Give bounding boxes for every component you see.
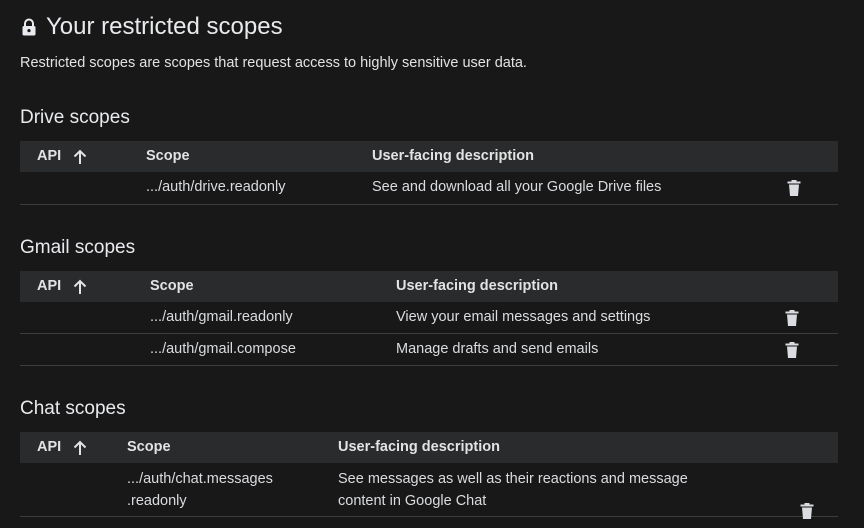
description-cell-line: content in Google Chat (338, 493, 487, 509)
column-header-description: User-facing description (396, 278, 558, 294)
page-title: Your restricted scopes (46, 13, 283, 40)
scope-cell: .../auth/gmail.compose (150, 341, 296, 357)
scope-cell: .../auth/gmail.readonly (150, 309, 293, 325)
section-title-drive: Drive scopes (20, 107, 130, 128)
column-header-api-label: API (37, 439, 62, 455)
column-header-scope: Scope (150, 278, 194, 294)
table-row: .../auth/chat.messages .readonly See mes… (20, 463, 838, 519)
table-header: API Scope User-facing description (20, 271, 838, 302)
table-row: .../auth/drive.readonly See and download… (20, 172, 838, 205)
description-cell-line: See messages as well as their reactions … (338, 471, 688, 487)
column-header-description: User-facing description (372, 148, 534, 164)
arrow-up-icon[interactable] (73, 279, 87, 295)
description-cell: View your email messages and settings (396, 309, 651, 325)
column-header-api[interactable]: API (37, 141, 87, 172)
arrow-up-icon[interactable] (73, 149, 87, 165)
scope-cell-line: .readonly (127, 493, 187, 509)
drive-scopes-table: API Scope User-facing description .../au… (20, 141, 838, 205)
scope-cell: .../auth/drive.readonly (146, 179, 286, 195)
section-title-chat: Chat scopes (20, 398, 126, 419)
chat-scopes-table: API Scope User-facing description .../au… (20, 432, 838, 519)
gmail-scopes-table: API Scope User-facing description .../au… (20, 271, 838, 366)
description-cell: See messages as well as their reactions … (338, 468, 688, 512)
description-cell: See and download all your Google Drive f… (372, 179, 662, 195)
column-header-api[interactable]: API (37, 271, 87, 302)
table-row: .../auth/gmail.readonly View your email … (20, 302, 838, 334)
restricted-scopes-page: Your restricted scopes Restricted scopes… (0, 0, 864, 528)
table-header: API Scope User-facing description (20, 432, 838, 463)
description-cell: Manage drafts and send emails (396, 341, 599, 357)
trash-icon[interactable] (787, 180, 801, 196)
table-header: API Scope User-facing description (20, 141, 838, 172)
page-subtitle: Restricted scopes are scopes that reques… (20, 55, 527, 71)
column-header-api-label: API (37, 148, 62, 164)
column-header-scope: Scope (146, 148, 190, 164)
lock-icon (22, 18, 36, 36)
section-title-gmail: Gmail scopes (20, 237, 136, 258)
trash-icon[interactable] (785, 310, 799, 326)
column-header-api-label: API (37, 278, 62, 294)
table-row: .../auth/gmail.compose Manage drafts and… (20, 334, 838, 366)
column-header-scope: Scope (127, 439, 171, 455)
page-header: Your restricted scopes (21, 13, 283, 41)
column-header-description: User-facing description (338, 439, 500, 455)
trash-icon[interactable] (785, 342, 799, 358)
scope-cell-line: .../auth/chat.messages (127, 471, 273, 487)
scope-cell: .../auth/chat.messages .readonly (127, 468, 273, 512)
trash-icon[interactable] (800, 503, 814, 519)
arrow-up-icon[interactable] (73, 440, 87, 456)
column-header-api[interactable]: API (37, 432, 87, 463)
